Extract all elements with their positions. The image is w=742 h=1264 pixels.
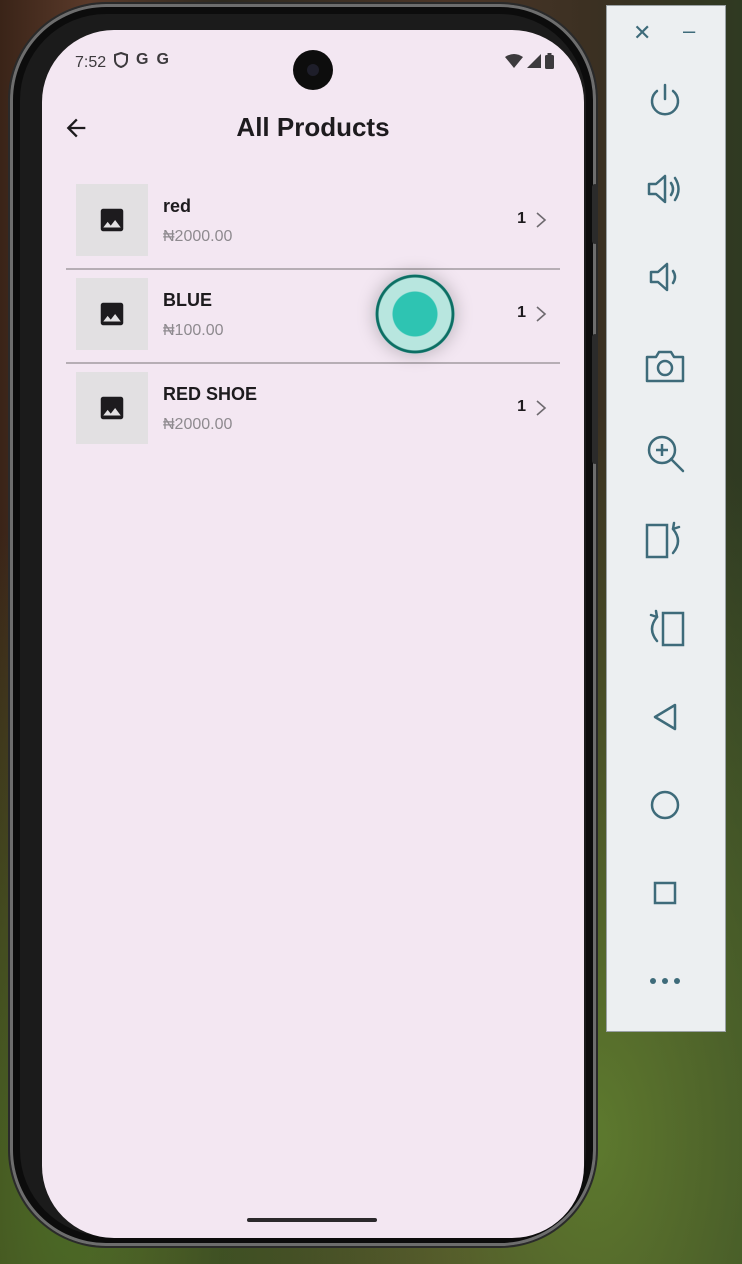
chevron-right-icon [536, 306, 547, 322]
product-list: red ₦2000.00 1 BLUE ₦100.00 1 RED SHOE ₦ [66, 176, 560, 456]
touch-indicator [375, 274, 455, 354]
product-name: red [163, 196, 192, 216]
product-price: ₦2000.00 [163, 228, 233, 245]
status-time: 7:52 [75, 54, 107, 71]
nav-back-button[interactable] [637, 689, 693, 745]
power-icon [650, 83, 680, 116]
nav-home-button[interactable] [637, 777, 693, 833]
overview-square-icon [653, 881, 677, 905]
phone-side-button [592, 334, 598, 464]
phone-side-button [592, 184, 598, 244]
screenshot-button[interactable] [637, 337, 693, 393]
product-price: ₦100.00 [163, 322, 224, 339]
product-row[interactable]: red ₦2000.00 1 [66, 176, 560, 270]
rotate-left-button[interactable] [637, 513, 693, 569]
power-button[interactable] [637, 73, 693, 129]
more-icon [650, 978, 680, 984]
nav-overview-button[interactable] [637, 865, 693, 921]
google-icon: G [136, 51, 149, 68]
wifi-icon [505, 54, 523, 68]
product-thumbnail [76, 278, 148, 350]
product-quantity: 1 [517, 304, 526, 321]
zoom-in-icon [647, 435, 685, 473]
notification-icons: G G [114, 51, 169, 69]
product-quantity: 1 [517, 398, 526, 415]
volume-down-button[interactable] [637, 249, 693, 305]
phone-frame: 7:52 G G All Products red ₦2000.00 1 BLU… [10, 4, 598, 1246]
status-right-icons [505, 53, 554, 69]
front-camera [293, 50, 333, 90]
product-quantity: 1 [517, 210, 526, 227]
product-name: RED SHOE [163, 384, 258, 404]
volume-down-icon [649, 262, 677, 292]
image-placeholder-icon [100, 302, 124, 326]
chevron-right-icon [536, 212, 547, 228]
toolbar-window-controls: ✕ – [607, 18, 725, 50]
product-row[interactable]: RED SHOE ₦2000.00 1 [66, 364, 560, 456]
signal-icon [527, 54, 541, 68]
rotate-left-icon [645, 521, 681, 559]
page-title: All Products [236, 112, 390, 142]
app-bar: All Products [42, 100, 584, 156]
volume-up-icon [647, 174, 680, 204]
shield-icon [114, 52, 128, 68]
minimize-icon[interactable]: – [683, 18, 695, 44]
battery-icon [545, 53, 554, 69]
phone-screen: 7:52 G G All Products red ₦2000.00 1 BLU… [42, 30, 584, 1238]
rotate-right-button[interactable] [637, 601, 693, 657]
volume-up-button[interactable] [637, 161, 693, 217]
product-thumbnail [76, 372, 148, 444]
emulator-toolbar: ✕ – [606, 5, 726, 1032]
rotate-right-icon [649, 609, 685, 647]
google-icon: G [156, 51, 169, 68]
image-placeholder-icon [100, 396, 124, 420]
gesture-bar[interactable] [247, 1218, 377, 1222]
home-circle-icon [650, 790, 680, 820]
product-name: BLUE [163, 290, 212, 310]
product-row[interactable]: BLUE ₦100.00 1 [66, 270, 560, 364]
zoom-button[interactable] [637, 425, 693, 481]
chevron-right-icon [536, 400, 547, 416]
back-triangle-icon [653, 703, 677, 731]
image-placeholder-icon [100, 208, 124, 232]
more-button[interactable] [637, 953, 693, 1009]
camera-icon [645, 350, 685, 383]
close-icon[interactable]: ✕ [633, 20, 651, 46]
product-price: ₦2000.00 [163, 416, 233, 433]
product-thumbnail [76, 184, 148, 256]
